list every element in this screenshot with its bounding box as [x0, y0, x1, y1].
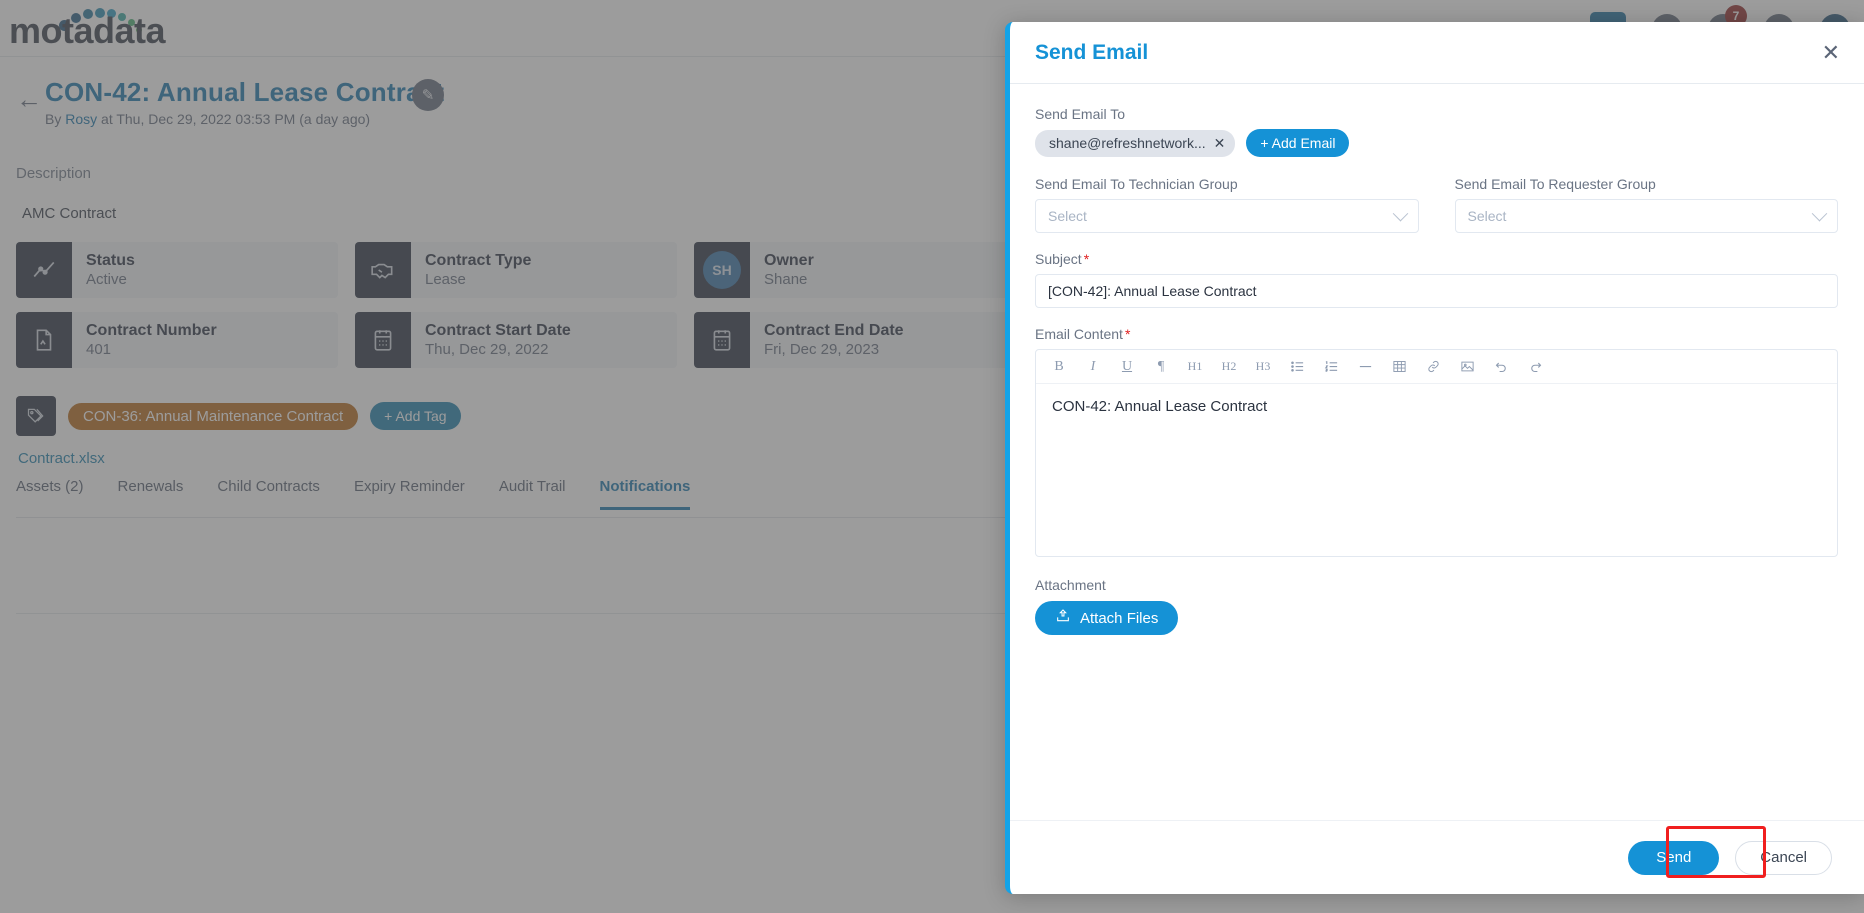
send-button[interactable]: Send — [1628, 840, 1720, 875]
subject-field: Subject * — [1035, 251, 1838, 308]
numbered-list-icon[interactable] — [1314, 351, 1348, 383]
subject-input[interactable] — [1035, 274, 1838, 308]
paragraph-icon[interactable]: ¶ — [1144, 351, 1178, 383]
bulleted-list-icon[interactable] — [1280, 351, 1314, 383]
editor-toolbar: B I U ¶ H1 H2 H3 — [1036, 350, 1837, 384]
email-content-label-text: Email Content — [1035, 326, 1123, 342]
technician-group-field: Send Email To Technician Group Select — [1035, 176, 1419, 233]
close-icon[interactable]: ✕ — [1822, 41, 1840, 64]
send-email-to-label: Send Email To — [1035, 106, 1126, 122]
attach-files-button[interactable]: Attach Files — [1035, 601, 1179, 635]
attach-files-label: Attach Files — [1080, 609, 1159, 627]
modal-header: Send Email ✕ — [1010, 22, 1864, 84]
subject-label: Subject * — [1035, 251, 1838, 267]
email-content-label: Email Content * — [1035, 326, 1838, 342]
undo-icon[interactable] — [1484, 351, 1518, 383]
heading-1-icon[interactable]: H1 — [1178, 351, 1212, 383]
bold-icon[interactable]: B — [1042, 351, 1076, 383]
requester-group-select[interactable]: Select — [1454, 199, 1838, 233]
cancel-button[interactable]: Cancel — [1735, 840, 1832, 875]
link-icon[interactable] — [1416, 351, 1450, 383]
screen: motadata 7 ← CON-42: Annual Lease Contra… — [0, 0, 1864, 913]
attachment-label: Attachment — [1035, 577, 1106, 593]
requester-group-label: Send Email To Requester Group — [1454, 176, 1656, 192]
requester-group-field: Send Email To Requester Group Select — [1454, 176, 1838, 233]
email-content-textarea[interactable]: CON-42: Annual Lease Contract — [1036, 384, 1837, 556]
modal-body: Send Email To shane@refreshnetwork... ✕ … — [1010, 84, 1864, 820]
technician-group-label: Send Email To Technician Group — [1035, 176, 1238, 192]
technician-group-value: Select — [1048, 208, 1087, 224]
required-asterisk: * — [1083, 251, 1090, 267]
required-asterisk: * — [1124, 326, 1131, 342]
image-icon[interactable] — [1450, 351, 1484, 383]
chevron-down-icon — [1392, 205, 1408, 221]
technician-group-select[interactable]: Select — [1035, 199, 1419, 233]
heading-3-icon[interactable]: H3 — [1246, 351, 1280, 383]
recipient-row: shane@refreshnetwork... ✕ + Add Email — [1035, 129, 1838, 157]
recipient-chip[interactable]: shane@refreshnetwork... ✕ — [1035, 129, 1236, 157]
redo-icon[interactable] — [1518, 351, 1552, 383]
requester-group-value: Select — [1467, 208, 1507, 224]
email-content-editor: B I U ¶ H1 H2 H3 CON-42: Annual Lease Co… — [1035, 349, 1838, 557]
horizontal-rule-icon[interactable] — [1348, 351, 1382, 383]
subject-label-text: Subject — [1035, 251, 1082, 267]
chevron-down-icon — [1811, 205, 1828, 221]
remove-recipient-icon[interactable]: ✕ — [1214, 135, 1226, 152]
italic-icon[interactable]: I — [1076, 351, 1110, 383]
send-email-modal: Send Email ✕ Send Email To shane@refresh… — [1005, 22, 1864, 894]
modal-footer: Send Cancel — [1010, 820, 1864, 894]
group-selectors: Send Email To Technician Group Select Se… — [1035, 176, 1838, 233]
add-email-button[interactable]: + Add Email — [1246, 129, 1350, 157]
table-icon[interactable] — [1382, 351, 1416, 383]
upload-icon — [1055, 608, 1071, 628]
modal-title: Send Email — [1035, 40, 1149, 64]
recipient-chip-label: shane@refreshnetwork... — [1049, 135, 1206, 151]
underline-icon[interactable]: U — [1110, 351, 1144, 383]
heading-2-icon[interactable]: H2 — [1212, 351, 1246, 383]
